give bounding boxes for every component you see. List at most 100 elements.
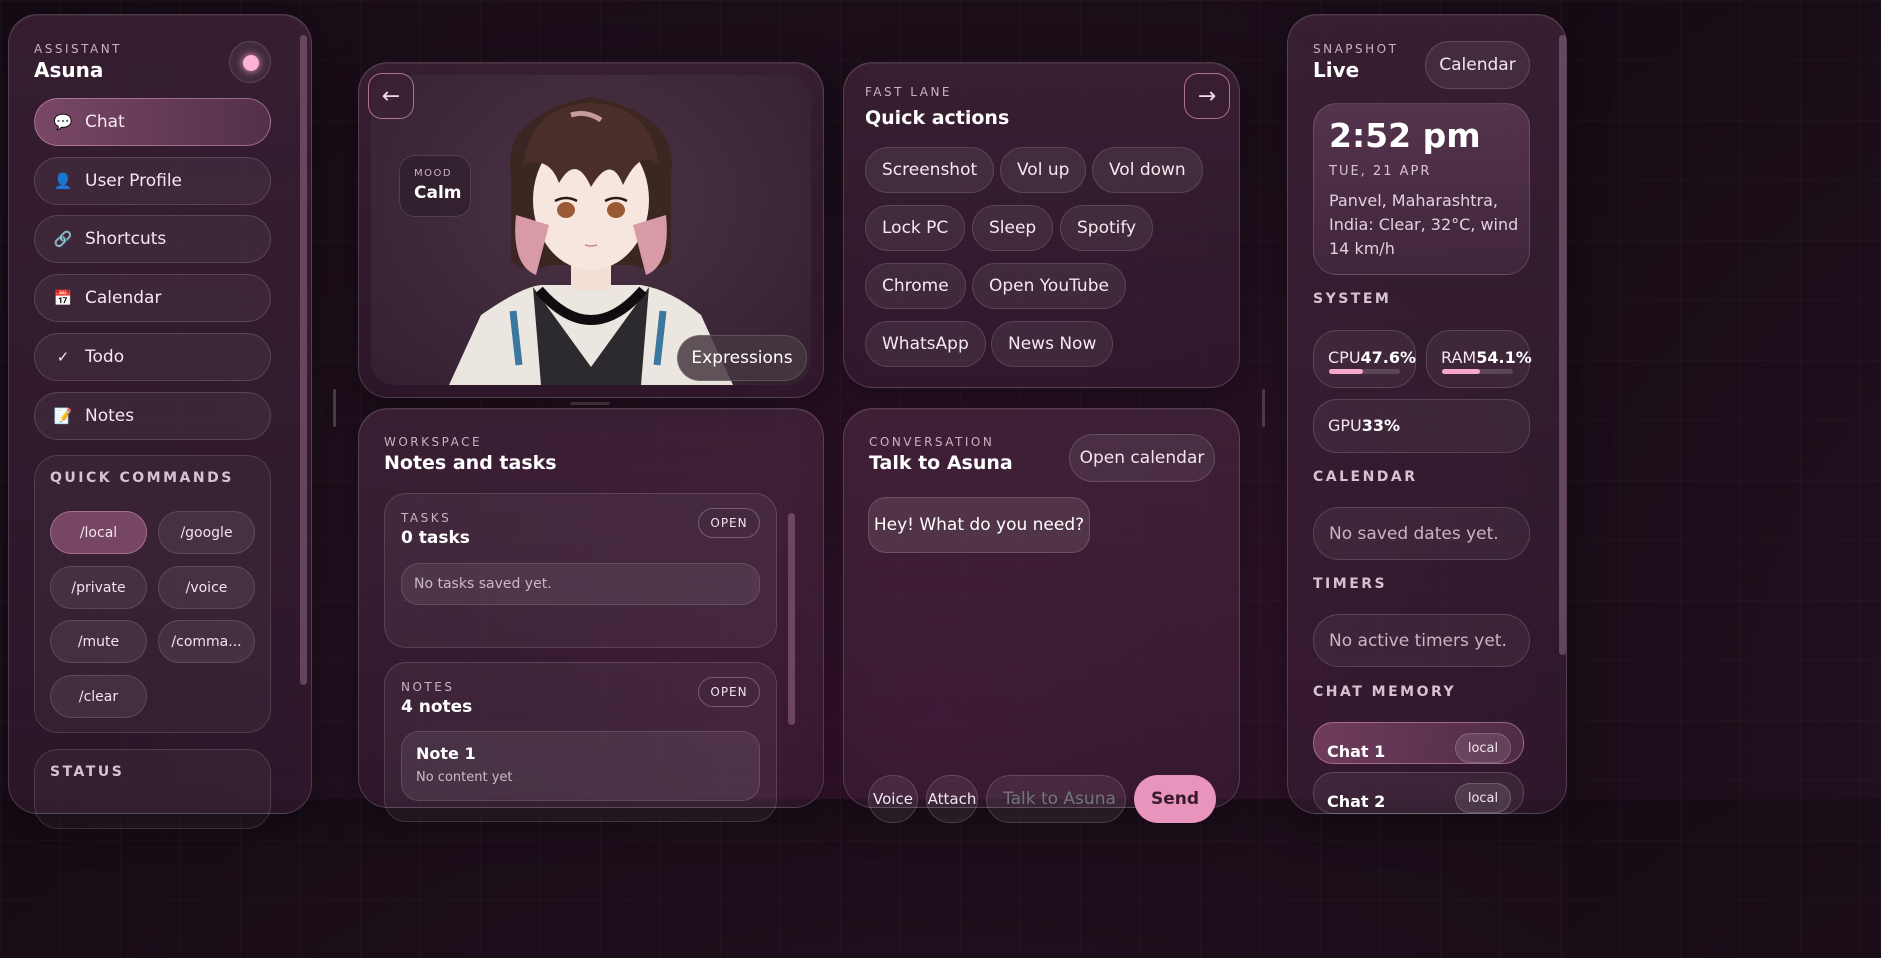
command-mute-button[interactable]: /mute [50,620,147,663]
note-body: No content yet [416,770,513,785]
cpu-bar [1329,369,1400,374]
quick-commands-heading: QUICK COMMANDS [50,470,234,486]
avatar-stage: MOOD Calm Expressions [371,75,811,385]
tasks-open-button[interactable]: OPEN [698,508,760,538]
status-indicator-button[interactable] [229,41,271,83]
command-local-button[interactable]: /local [50,511,147,554]
check-icon: ✓ [56,348,70,366]
nav-label: Calendar [85,288,162,308]
sidebar-scrollbar[interactable] [300,35,307,685]
user-icon: 👤 [53,172,73,190]
action-whatsapp-button[interactable]: WhatsApp [865,321,986,367]
chat-memory-item[interactable]: Chat 1 local [1313,722,1524,764]
chat-memory-title: Chat 2 [1327,792,1386,811]
snapshot-sidebar: SNAPSHOT Live Calendar 2:52 pm TUE, 21 A… [1287,14,1567,814]
open-calendar-button[interactable]: Open calendar [1069,434,1215,482]
chat-memory-tag: local [1455,783,1511,813]
note-item[interactable]: Note 1 No content yet [401,731,760,801]
status-card: STATUS [34,749,271,829]
nav-todo[interactable]: ✓ Todo [34,333,271,381]
weather-text: Panvel, Maharashtra, India: Clear, 32°C,… [1329,191,1519,258]
command-private-button[interactable]: /private [50,566,147,609]
ram-value: 54.1% [1476,348,1532,367]
conversation-title: Talk to Asuna [869,452,1013,474]
action-chrome-button[interactable]: Chrome [865,263,966,309]
cpu-bar-fill [1329,369,1363,374]
command-voice-button[interactable]: /voice [158,566,255,609]
link-icon: 🔗 [53,230,73,248]
workspace-panel: WORKSPACE Notes and tasks TASKS 0 tasks … [358,408,824,822]
left-resize-handle[interactable] [333,389,336,427]
expressions-button[interactable]: Expressions [677,335,807,381]
conversation-panel: CONVERSATION Talk to Asuna Open calendar… [843,408,1240,823]
timers-empty-message: No active timers yet. [1313,614,1530,667]
ram-stat: RAM54.1% [1426,330,1532,388]
quick-commands-card: QUICK COMMANDS /local /google /private /… [34,455,271,733]
avatar-panel: MOOD Calm Expressions ← [358,62,824,398]
voice-button[interactable]: Voice [868,775,918,823]
notes-count: 4 notes [401,697,473,717]
message-input[interactable] [986,775,1126,823]
quick-actions-panel: FAST LANE Quick actions → Screenshot Vol… [843,62,1240,388]
quick-actions-eyebrow: FAST LANE [865,85,952,99]
gpu-value: 33% [1361,416,1401,435]
workspace-eyebrow: WORKSPACE [384,435,483,449]
chat-memory-heading: CHAT MEMORY [1313,684,1457,700]
nav-shortcuts[interactable]: 🔗 Shortcuts [34,215,271,263]
nav-label: Chat [85,112,125,132]
gpu-label: GPU [1328,416,1362,435]
status-heading: STATUS [50,764,125,780]
action-lock-pc-button[interactable]: Lock PC [865,205,966,251]
assistant-name: Asuna [34,58,104,82]
workspace-title: Notes and tasks [384,452,557,474]
action-vol-up-button[interactable]: Vol up [1000,147,1087,193]
workspace-scrollbar[interactable] [788,513,795,725]
assistant-message-bubble: Hey! What do you need? [868,497,1090,553]
prev-arrow-icon[interactable]: ← [368,73,414,119]
attach-button[interactable]: Attach [926,775,978,823]
system-heading: SYSTEM [1313,291,1392,307]
action-vol-down-button[interactable]: Vol down [1092,147,1203,193]
tasks-empty-message: No tasks saved yet. [401,563,760,605]
ram-bar [1442,369,1513,374]
vertical-resize-handle[interactable] [570,402,610,405]
command-google-button[interactable]: /google [158,511,255,554]
ram-label: RAM [1441,348,1477,367]
memo-icon: 📝 [53,407,73,425]
clock-card: 2:52 pm TUE, 21 APR Panvel, Maharashtra,… [1313,103,1530,275]
send-button[interactable]: Send [1134,775,1216,823]
assistant-eyebrow: ASSISTANT [34,42,123,56]
notes-card: NOTES 4 notes OPEN Note 1 No content yet [384,662,777,822]
action-spotify-button[interactable]: Spotify [1060,205,1154,251]
action-screenshot-button[interactable]: Screenshot [865,147,995,193]
nav-chat[interactable]: 💬 Chat [34,98,271,146]
snapshot-eyebrow: SNAPSHOT [1313,42,1399,56]
action-open-youtube-button[interactable]: Open YouTube [972,263,1126,309]
next-arrow-icon[interactable]: → [1184,73,1230,119]
mood-badge: MOOD Calm [399,155,471,217]
chat-memory-item[interactable]: Chat 2 local [1313,772,1524,814]
assistant-sidebar: ASSISTANT Asuna 💬 Chat 👤 User Profile 🔗 … [8,14,312,829]
conversation-eyebrow: CONVERSATION [869,435,995,449]
calendar-empty-message: No saved dates yet. [1313,507,1530,560]
nav-label: Shortcuts [85,229,167,249]
action-news-now-button[interactable]: News Now [991,321,1114,367]
speech-bubble-icon: 💬 [53,113,73,131]
cpu-value: 47.6% [1360,348,1417,367]
command-commands-button[interactable]: /comma... [158,620,255,663]
ram-bar-fill [1442,369,1481,374]
command-clear-button[interactable]: /clear [50,675,147,718]
cpu-stat: CPU47.6% [1313,330,1416,388]
nav-user-profile[interactable]: 👤 User Profile [34,157,271,205]
calendar-heading: CALENDAR [1313,469,1418,485]
action-sleep-button[interactable]: Sleep [972,205,1054,251]
right-sidebar-scrollbar[interactable] [1559,35,1566,655]
right-resize-handle[interactable] [1262,389,1265,427]
gpu-stat: GPU33% [1313,399,1530,453]
mood-value: Calm [414,183,462,203]
notes-open-button[interactable]: OPEN [698,677,760,707]
snapshot-calendar-button[interactable]: Calendar [1425,41,1530,89]
nav-notes[interactable]: 📝 Notes [34,392,271,440]
calendar-icon: 📅 [53,289,73,307]
nav-calendar[interactable]: 📅 Calendar [34,274,271,322]
